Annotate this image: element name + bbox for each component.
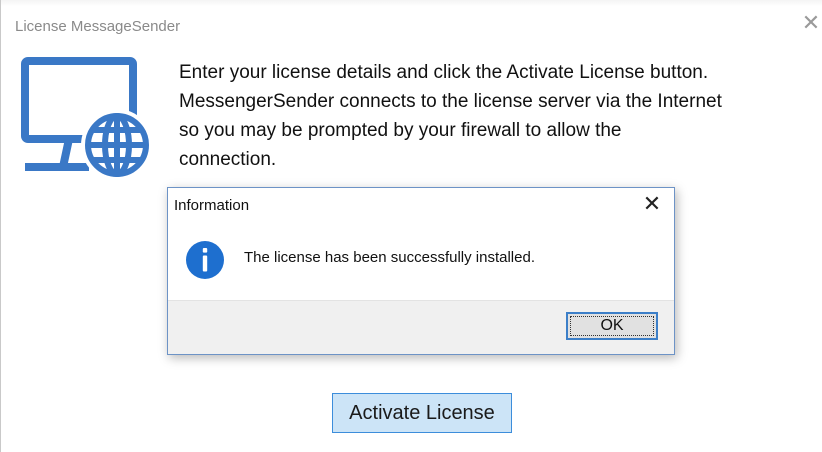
focus-ring [570, 316, 654, 336]
window-close-button[interactable]: ✕ [799, 12, 822, 36]
dialog-close-button[interactable]: ✕ [640, 193, 664, 217]
dialog-titlebar: Information ✕ [168, 188, 674, 224]
activate-license-button[interactable]: Activate License [332, 393, 512, 433]
dialog-message: The license has been successfully instal… [244, 249, 535, 266]
instructions-line: Enter your license details and click the… [179, 62, 709, 83]
instructions-line: so you may be prompted by your firewall … [179, 120, 622, 141]
globe-icon [85, 113, 149, 177]
instructions-line: connection. [179, 149, 277, 170]
information-icon [186, 241, 224, 279]
window-top-edge [1, 0, 822, 6]
instructions-text: Enter your license details and click the… [179, 58, 799, 174]
information-dialog: Information ✕ The license has been succe… [167, 187, 675, 355]
dialog-footer: OK [168, 300, 674, 354]
dialog-title: Information [174, 197, 250, 214]
window-title: License MessageSender [15, 18, 181, 35]
instructions-line: MessengerSender connects to the license … [179, 91, 722, 112]
ok-button[interactable]: OK [566, 312, 658, 340]
dialog-body: The license has been successfully instal… [168, 224, 674, 300]
monitor-globe-icon [21, 57, 153, 181]
